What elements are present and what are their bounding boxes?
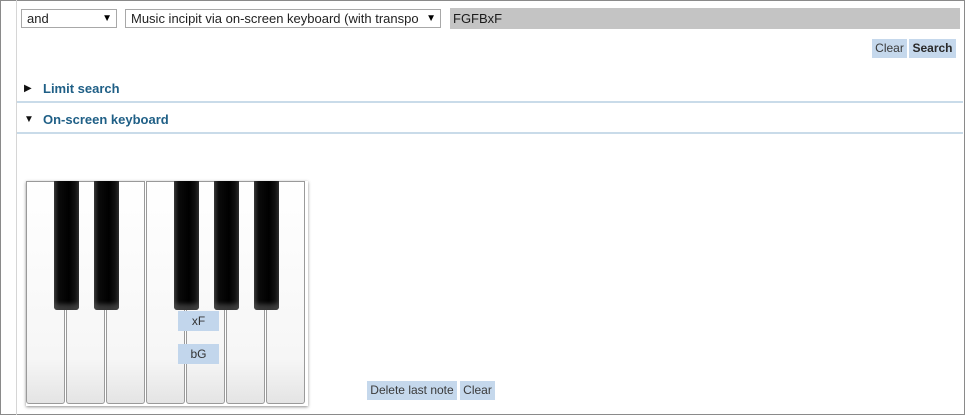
- limit-search-section[interactable]: ▶ Limit search: [17, 75, 963, 103]
- keyboard-clear-button[interactable]: Clear: [460, 381, 495, 400]
- operator-select-value: and: [27, 11, 49, 26]
- clear-button[interactable]: Clear: [872, 39, 907, 58]
- black-key-1[interactable]: [54, 181, 79, 310]
- piano-keyboard: [26, 181, 308, 406]
- chevron-down-icon: ▼: [426, 13, 436, 24]
- left-divider: [16, 0, 17, 415]
- operator-select[interactable]: and ▼: [21, 9, 117, 28]
- note-chip[interactable]: bG: [178, 344, 219, 364]
- delete-last-note-button[interactable]: Delete last note: [367, 381, 457, 400]
- onscreen-keyboard-label: On-screen keyboard: [43, 112, 169, 127]
- search-button[interactable]: Search: [909, 39, 956, 58]
- caret-down-icon: ▼: [24, 114, 34, 125]
- black-key-2[interactable]: [94, 181, 119, 310]
- black-key-3[interactable]: [174, 181, 199, 310]
- caret-right-icon: ▶: [24, 83, 32, 94]
- field-select[interactable]: Music incipit via on-screen keyboard (wi…: [125, 9, 441, 28]
- limit-search-label: Limit search: [43, 81, 120, 96]
- chevron-down-icon: ▼: [102, 13, 112, 24]
- field-select-value: Music incipit via on-screen keyboard (wi…: [131, 11, 419, 26]
- black-key-5[interactable]: [254, 181, 279, 310]
- query-input[interactable]: FGFBxF: [450, 8, 960, 29]
- black-key-4[interactable]: [214, 181, 239, 310]
- onscreen-keyboard-section[interactable]: ▼ On-screen keyboard: [17, 106, 963, 134]
- note-chip[interactable]: xF: [178, 311, 219, 331]
